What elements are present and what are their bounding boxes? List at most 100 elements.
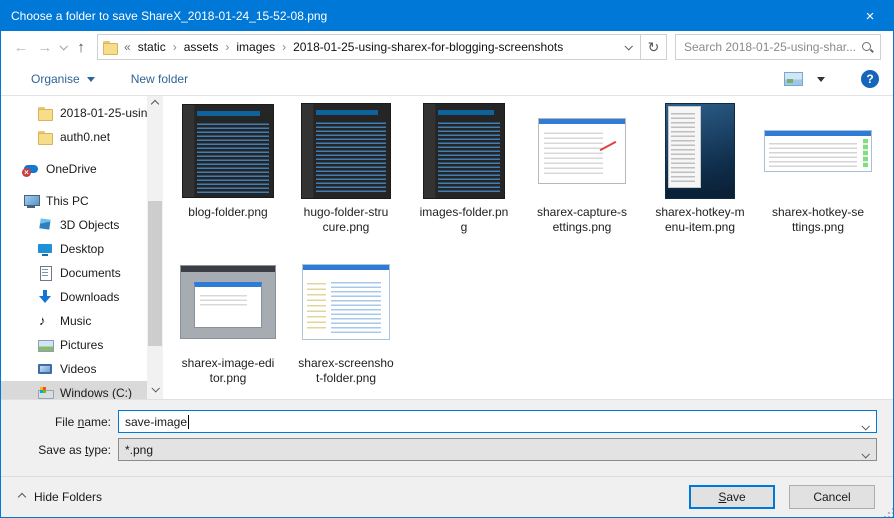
breadcrumb-separator-icon: › [172,40,177,54]
change-view-icon[interactable] [784,72,803,86]
sidebar-item-label: Documents [60,266,121,280]
hide-folders-button[interactable]: Hide Folders [17,490,102,504]
sidebar-item-onedrive[interactable]: OneDrive [1,157,147,181]
sidebar-item-auth0-net[interactable]: auth0.net [1,125,147,149]
file-name-label: File name: [54,414,111,429]
explorer-thumbnail-icon [302,264,390,340]
sidebar-item-label: This PC [46,194,89,208]
refresh-button[interactable]: ↻ [641,34,667,60]
file-name-label: sharex-hotkey-m enu-item.png [655,205,744,235]
file-tile[interactable]: hugo-folder-stru cure.png [287,100,405,235]
scroll-down-icon[interactable] [151,381,160,397]
organise-label: Organise [31,72,80,86]
videos-icon [37,361,53,377]
sidebar-item-downloads[interactable]: Downloads [1,285,147,309]
navigation-pane: 2018-01-25-usin auth0.net OneDrive This PC 3… [1,96,163,399]
view-options-chevron[interactable] [817,76,825,82]
search-icon[interactable] [861,41,874,54]
onedrive-icon [22,161,39,177]
file-tile[interactable]: blog-folder.png [169,100,287,235]
file-name-label: sharex-screensho t-folder.png [298,356,393,386]
thispc-icon [23,193,40,209]
scrollbar-thumb[interactable] [148,201,162,346]
save-file-dialog: Choose a folder to save ShareX_2018-01-2… [0,0,894,518]
vscode-thumbnail-icon [423,103,505,199]
sidebar-item-label: Desktop [60,242,105,256]
sidebar-item-this-pc[interactable]: This PC [1,189,147,213]
file-name-line: tor.png [209,371,247,385]
file-thumbnail [665,100,735,202]
file-name-line: sharex-capture-s [536,205,628,219]
back-button[interactable]: ← [9,39,33,56]
sidebar-item-3d-objects[interactable]: 3D Objects [1,213,147,237]
file-thumbnail [301,100,391,202]
sidebar-item-documents[interactable]: Documents [1,261,147,285]
file-thumbnail [423,100,505,202]
file-name-line: enu-item.png [664,220,736,234]
collapsed-crumbs-icon[interactable]: « [124,40,131,54]
sidebar-item-label: 2018-01-25-usin [60,106,147,120]
sidebar-item-label: Windows (C:) [60,386,133,399]
desktop-icon [37,241,53,257]
file-name-line: t-folder.png [315,371,377,385]
file-thumbnail [538,100,626,202]
file-name-label: blog-folder.png [188,205,267,220]
sidebar-item-2018-01-25-usin[interactable]: 2018-01-25-usin [1,101,147,125]
window-title: Choose a folder to save ShareX_2018-01-2… [11,9,328,23]
breadcrumb-item[interactable]: assets [184,40,219,54]
file-name-line: sharex-hotkey-m [655,205,745,219]
dialog-footer: Hide Folders Save Cancel [1,476,893,517]
file-tile[interactable]: sharex-hotkey-m enu-item.png [641,100,759,235]
sidebar-item-desktop[interactable]: Desktop [1,237,147,261]
close-button[interactable]: × [847,1,893,31]
new-folder-button[interactable]: New folder [131,72,188,86]
search-box[interactable]: Search 2018-01-25-using-shar... [675,34,881,60]
breadcrumb-item[interactable]: images [236,40,275,54]
address-dropdown-chevron[interactable] [616,35,640,59]
file-name-input[interactable]: save-image [118,410,877,433]
sidebar-item-videos[interactable]: Videos [1,357,147,381]
file-name-line: images-folder.pn [419,205,509,219]
sidebar-item-label: OneDrive [46,162,97,176]
file-tile[interactable]: sharex-hotkey-se ttings.png [759,100,877,235]
save-as-type-select[interactable]: *.png [118,438,877,461]
sidebar-item-pictures[interactable]: Pictures [1,333,147,357]
file-name-line: cure.png [322,220,370,234]
dialog-body: 2018-01-25-usin auth0.net OneDrive This PC 3… [1,96,893,399]
recent-locations-chevron[interactable] [57,42,69,51]
save-as-type-chevron[interactable] [861,447,870,461]
breadcrumb-separator-icon: › [225,40,230,54]
organise-button[interactable]: Organise [31,72,95,86]
sidebar-item-label: 3D Objects [60,218,120,232]
file-name-line: ttings.png [791,220,845,234]
help-button[interactable]: ? [861,70,879,88]
address-bar[interactable]: « static › assets › images › 2018-01-25-using-… [97,34,641,60]
file-name-line: sharex-hotkey-se [771,205,865,219]
scroll-up-icon[interactable] [150,96,160,112]
desktopmenu-thumbnail-icon [665,103,735,199]
file-tile[interactable]: images-folder.pn g [405,100,523,235]
file-tile[interactable]: sharex-capture-s ettings.png [523,100,641,235]
cancel-button[interactable]: Cancel [789,485,875,509]
3d-icon [37,217,53,233]
vscode-thumbnail-icon [182,104,274,198]
breadcrumb-item[interactable]: static [138,40,166,54]
windowwide-thumbnail-icon [764,130,872,172]
sidebar-item-label: Music [60,314,92,328]
save-as-type-value: *.png [125,442,154,457]
sidebar-scrollbar[interactable] [147,96,163,399]
editor-thumbnail-icon [180,265,276,339]
save-button[interactable]: Save [689,485,775,509]
file-name-line: ettings.png [552,220,612,234]
file-tile[interactable]: sharex-screensho t-folder.png [287,251,405,386]
search-placeholder: Search 2018-01-25-using-shar... [684,40,857,54]
file-name-dropdown-chevron[interactable] [861,419,870,433]
breadcrumb-item[interactable]: 2018-01-25-using-sharex-for-blogging-scr… [293,40,563,54]
file-name-line: blog-folder.png [188,205,268,219]
sidebar-item-music[interactable]: Music [1,309,147,333]
forward-button[interactable]: → [33,39,57,56]
file-tile[interactable]: sharex-image-edi tor.png [169,251,287,386]
up-button[interactable]: ↑ [69,39,93,56]
sidebar-item-windows-c-[interactable]: Windows (C:) [1,381,147,399]
sidebar-item-label: Pictures [60,338,104,352]
